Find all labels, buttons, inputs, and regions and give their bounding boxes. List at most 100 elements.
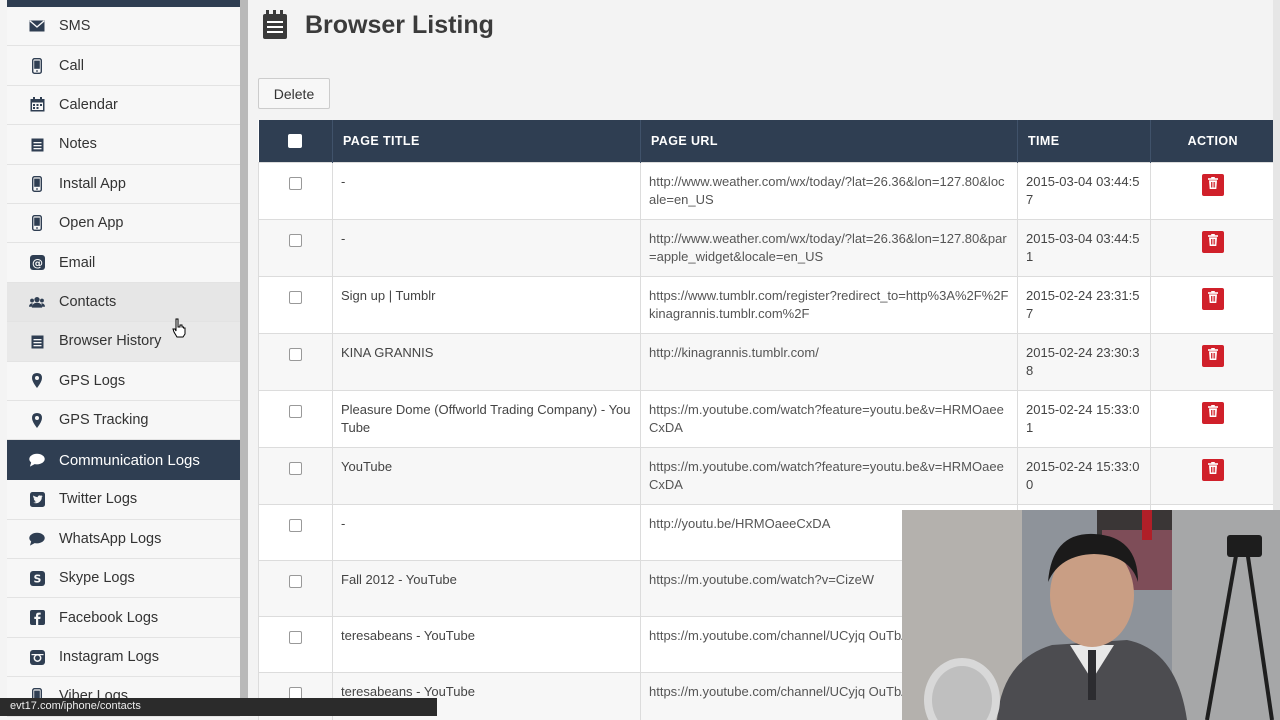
delete-row-button[interactable] xyxy=(1201,344,1224,367)
facebook-icon xyxy=(29,610,45,626)
row-checkbox[interactable] xyxy=(289,630,302,644)
time-cell: 2015-03-04 03:44:51 xyxy=(1017,218,1151,277)
sidebar-item-twitter-logs[interactable]: Twitter Logs xyxy=(7,480,240,520)
sidebar-top-bar xyxy=(7,0,240,7)
delete-button[interactable]: Delete xyxy=(258,78,330,109)
row-checkbox[interactable] xyxy=(289,461,302,475)
sidebar-item-facebook-logs[interactable]: Facebook Logs xyxy=(7,598,240,638)
sidebar-section-communication-logs[interactable]: Communication Logs xyxy=(7,440,240,481)
sidebar-scrollbar[interactable] xyxy=(240,0,248,700)
row-checkbox[interactable] xyxy=(289,518,302,532)
row-checkbox[interactable] xyxy=(289,347,302,361)
sidebar-item-label: Twitter Logs xyxy=(59,491,138,508)
row-select-cell xyxy=(258,615,333,673)
action-cell xyxy=(1150,446,1275,505)
sidebar-item-label: Email xyxy=(59,254,96,271)
sidebar-item-label: Skype Logs xyxy=(59,570,135,587)
trash-icon xyxy=(1207,290,1218,308)
sidebar-item-email[interactable]: @ Email xyxy=(7,243,240,283)
svg-text:S: S xyxy=(33,572,41,585)
action-cell xyxy=(1150,332,1275,391)
sidebar-section-label: Communication Logs xyxy=(59,451,200,469)
delete-row-button[interactable] xyxy=(1201,287,1224,310)
notes-icon xyxy=(263,10,287,39)
sidebar-item-label: GPS Tracking xyxy=(59,412,149,429)
column-header-page-url[interactable]: PAGE URL xyxy=(640,120,1018,162)
action-cell xyxy=(1150,161,1275,220)
select-all-checkbox[interactable] xyxy=(288,133,303,148)
row-select-cell xyxy=(258,275,333,334)
phone-icon xyxy=(29,215,45,232)
page-title-cell: Fall 2012 - YouTube xyxy=(332,559,641,617)
column-header-time[interactable]: TIME xyxy=(1017,120,1151,162)
skype-icon: S xyxy=(29,570,45,586)
page-url-cell: http://www.weather.com/wx/today/?lat=26.… xyxy=(640,218,1018,277)
sidebar-item-label: Calendar xyxy=(59,96,118,113)
row-select-cell xyxy=(258,503,333,561)
action-cell xyxy=(1150,275,1275,334)
page-title-cell: teresabeans - YouTube xyxy=(332,615,641,673)
sidebar-item-label: Install App xyxy=(59,175,126,192)
page-title-cell: Sign up | Tumblr xyxy=(332,275,641,334)
trash-icon xyxy=(1207,176,1218,194)
page-url-cell: https://m.youtube.com/watch?feature=yout… xyxy=(640,446,1018,505)
table-row: Sign up | Tumblr https://www.tumblr.com/r… xyxy=(258,275,1275,334)
row-checkbox[interactable] xyxy=(289,404,302,418)
row-checkbox[interactable] xyxy=(289,290,302,304)
trash-icon xyxy=(1207,461,1218,479)
delete-row-button[interactable] xyxy=(1201,458,1224,481)
column-header-action: ACTION xyxy=(1150,120,1275,162)
chat-bubble-icon xyxy=(29,531,45,547)
page-header: Browser Listing xyxy=(262,10,494,40)
phone-icon xyxy=(29,175,45,192)
row-select-cell xyxy=(258,446,333,505)
table-row: YouTube https://m.youtube.com/watch?featu… xyxy=(258,446,1275,505)
sidebar-item-install-app[interactable]: Install App xyxy=(7,164,240,204)
page-url-cell: https://www.tumblr.com/register?redirect… xyxy=(640,275,1018,334)
sidebar-item-instagram-logs[interactable]: Instagram Logs xyxy=(7,637,240,678)
browser-status-bar: evt17.com/iphone/contacts xyxy=(0,698,437,716)
sidebar-item-label: Notes xyxy=(59,136,97,153)
map-marker-icon xyxy=(29,373,45,389)
table-row: - http://www.weather.com/wx/today/?lat=26… xyxy=(258,161,1275,220)
time-cell: 2015-02-24 23:31:57 xyxy=(1017,275,1151,334)
row-select-cell xyxy=(258,332,333,391)
time-cell: 2015-02-24 15:33:00 xyxy=(1017,446,1151,505)
page-title-cell: - xyxy=(332,503,641,561)
sidebar-item-contacts[interactable]: Contacts xyxy=(7,282,240,323)
delete-row-button[interactable] xyxy=(1201,230,1224,253)
envelope-icon xyxy=(29,18,45,34)
sidebar-item-skype-logs[interactable]: S Skype Logs xyxy=(7,559,240,599)
instagram-icon xyxy=(29,649,45,665)
page-title-cell: - xyxy=(332,218,641,277)
delete-row-button[interactable] xyxy=(1201,401,1224,424)
row-checkbox[interactable] xyxy=(289,574,302,588)
sidebar-item-gps-logs[interactable]: GPS Logs xyxy=(7,361,240,401)
column-header-page-title[interactable]: PAGE TITLE xyxy=(332,120,641,162)
sidebar-item-calendar[interactable]: Calendar xyxy=(7,85,240,126)
row-select-cell xyxy=(258,218,333,277)
sidebar-item-open-app[interactable]: Open App xyxy=(7,203,240,244)
notes-icon xyxy=(29,136,45,152)
sidebar-item-label: Call xyxy=(59,57,84,74)
page-url-cell: https://m.youtube.com/watch?feature=yout… xyxy=(640,389,1018,448)
action-cell xyxy=(1150,218,1275,277)
sidebar-item-notes[interactable]: Notes xyxy=(7,125,240,165)
hand-cursor-icon xyxy=(172,318,186,338)
webcam-overlay xyxy=(902,510,1280,720)
sidebar-item-browser-history[interactable]: Browser History xyxy=(7,322,240,362)
sidebar-item-whatsapp-logs[interactable]: WhatsApp Logs xyxy=(7,519,240,560)
row-checkbox[interactable] xyxy=(289,176,302,190)
sidebar-item-sms[interactable]: SMS xyxy=(7,7,240,47)
sidebar-item-label: GPS Logs xyxy=(59,372,126,389)
page-url-cell: http://kinagrannis.tumblr.com/ xyxy=(640,332,1018,391)
trash-icon xyxy=(1207,233,1218,251)
trash-icon xyxy=(1207,404,1218,422)
time-cell: 2015-02-24 23:30:38 xyxy=(1017,332,1151,391)
sidebar-item-call[interactable]: Call xyxy=(7,46,240,86)
page-title-cell: - xyxy=(332,161,641,220)
delete-row-button[interactable] xyxy=(1201,173,1224,196)
map-marker-icon xyxy=(29,412,45,428)
sidebar-item-gps-tracking[interactable]: GPS Tracking xyxy=(7,400,240,441)
row-checkbox[interactable] xyxy=(289,233,302,247)
